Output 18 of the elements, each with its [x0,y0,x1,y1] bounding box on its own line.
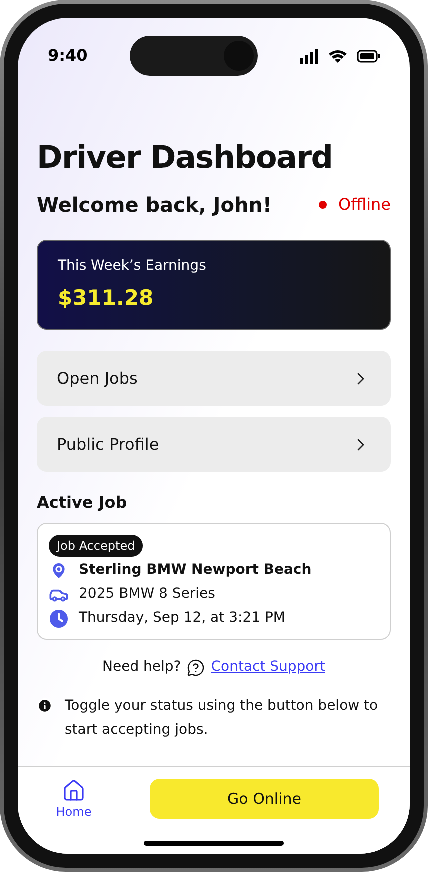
nav-tab[interactable]: Home [38,779,110,821]
menu-item[interactable]: Public Profile [37,417,391,472]
earnings-label: This Week’s Earnings [58,256,208,276]
status-label: Offline [338,194,391,216]
menu-item[interactable]: Open Jobs [37,351,391,406]
section-heading: Active Job [37,492,128,514]
info-text: Toggle your status using the button below to start accepting jobs. [65,697,380,740]
help-text: Need help? [102,658,182,677]
go-online-button[interactable]: Go Online [150,779,379,819]
page-title: Driver Dashboard [37,139,334,178]
welcome-heading: Welcome back, John! [37,192,272,219]
job-detail: Thursday, Sep 12, at 3:21 PM [79,609,286,628]
earnings-amount: $311.28 [58,284,155,312]
job-detail: Sterling BMW Newport Beach [79,561,312,580]
status-time: 9:40 [48,45,88,67]
job-detail: 2025 BMW 8 Series [79,585,216,604]
contact-support-link[interactable]: Contact Support [211,657,326,678]
job-status-badge: Job Accepted [49,535,144,557]
